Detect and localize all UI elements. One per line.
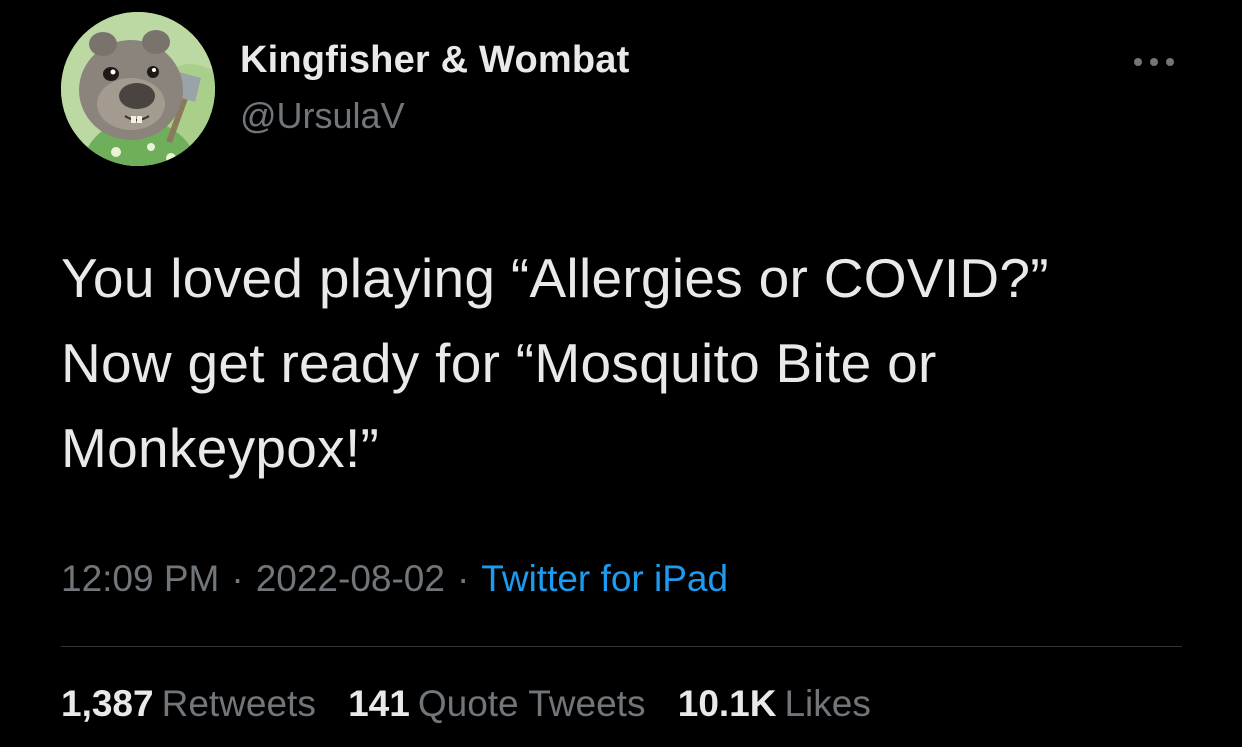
- likes-stat[interactable]: 10.1K Likes: [678, 683, 871, 725]
- quote-tweets-stat[interactable]: 141 Quote Tweets: [348, 683, 645, 725]
- retweets-label: Retweets: [161, 683, 316, 724]
- divider: [61, 646, 1182, 647]
- author-display-name[interactable]: Kingfisher & Wombat: [240, 39, 629, 82]
- tweet-date[interactable]: 2022-08-02: [256, 558, 445, 599]
- quote-tweets-count: 141: [348, 683, 410, 724]
- meta-separator: ·: [231, 558, 244, 599]
- author-handle[interactable]: @UrsulaV: [240, 95, 405, 137]
- tweet-source-link[interactable]: Twitter for iPad: [481, 558, 728, 599]
- tweet-time[interactable]: 12:09 PM: [61, 558, 219, 599]
- tweet-text-line: You loved playing “Allergies or COVID?”: [61, 247, 1049, 309]
- likes-label: Likes: [784, 683, 871, 724]
- meta-separator: ·: [456, 558, 470, 599]
- retweets-stat[interactable]: 1,387 Retweets: [61, 683, 316, 725]
- tweet-text: You loved playing “Allergies or COVID?” …: [61, 236, 1201, 491]
- retweets-count: 1,387: [61, 683, 154, 724]
- wombat-avatar-icon: [61, 12, 215, 166]
- tweet-stats: 1,387 Retweets 141 Quote Tweets 10.1K Likes: [61, 683, 893, 725]
- tweet-metadata: 12:09 PM · 2022-08-02 · Twitter for iPad: [61, 558, 728, 600]
- more-horizontal-icon: [1134, 58, 1174, 66]
- more-options-button[interactable]: [1128, 46, 1180, 78]
- tweet-text-line: Now get ready for “Mosquito Bite or: [61, 332, 937, 394]
- tweet-text-line: Monkeypox!”: [61, 417, 380, 479]
- author-avatar[interactable]: [61, 12, 215, 166]
- quote-tweets-label: Quote Tweets: [417, 683, 646, 724]
- tweet-detail: Kingfisher & Wombat @UrsulaV You loved p…: [0, 0, 1242, 747]
- likes-count: 10.1K: [677, 683, 777, 724]
